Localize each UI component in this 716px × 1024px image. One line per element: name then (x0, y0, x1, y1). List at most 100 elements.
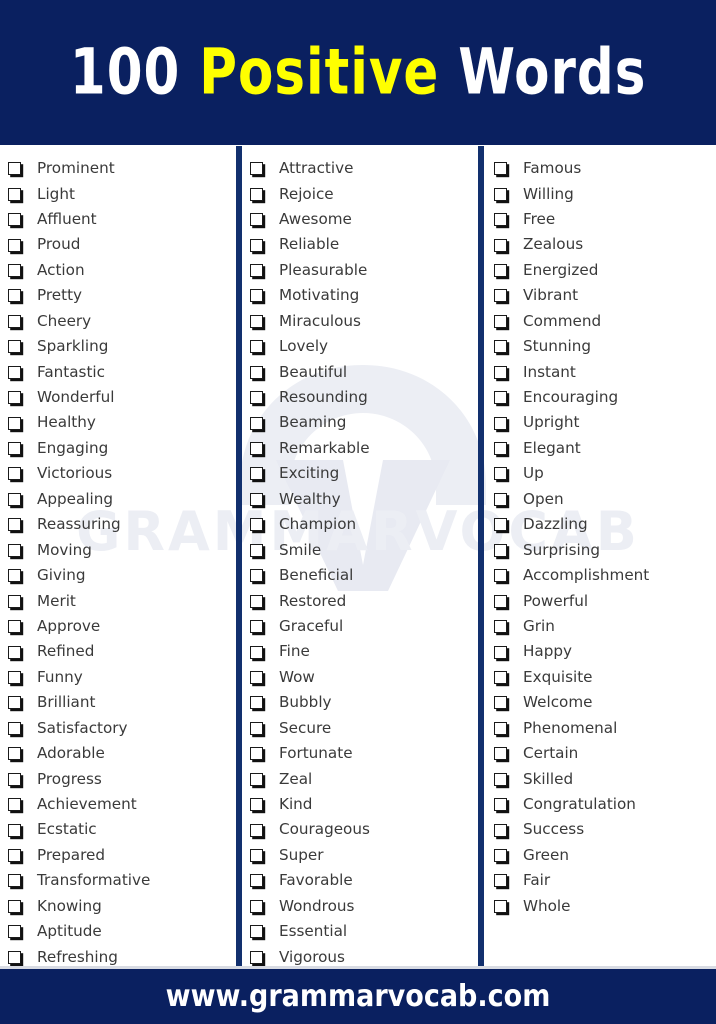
word-item[interactable]: Champion (250, 512, 476, 537)
word-item[interactable]: Proud (8, 232, 234, 257)
word-item[interactable]: Healthy (8, 410, 234, 435)
checkbox-empty-icon[interactable] (494, 314, 507, 328)
checkbox-empty-icon[interactable] (494, 365, 507, 379)
word-item[interactable]: Wondrous (250, 894, 476, 919)
checkbox-empty-icon[interactable] (250, 467, 263, 481)
word-item[interactable]: Brilliant (8, 690, 234, 715)
checkbox-empty-icon[interactable] (250, 696, 263, 710)
checkbox-empty-icon[interactable] (494, 772, 507, 786)
checkbox-empty-icon[interactable] (494, 849, 507, 863)
word-item[interactable]: Fortunate (250, 741, 476, 766)
word-item[interactable]: Aptitude (8, 919, 234, 944)
checkbox-empty-icon[interactable] (8, 543, 21, 557)
word-item[interactable]: Bubbly (250, 690, 476, 715)
word-item[interactable]: Engaging (8, 436, 234, 461)
word-item[interactable]: Courageous (250, 817, 476, 842)
word-item[interactable]: Exquisite (494, 665, 710, 690)
checkbox-empty-icon[interactable] (494, 238, 507, 252)
checkbox-empty-icon[interactable] (250, 543, 263, 557)
word-item[interactable]: Dazzling (494, 512, 710, 537)
word-item[interactable]: Happy (494, 639, 710, 664)
word-item[interactable]: Zeal (250, 767, 476, 792)
checkbox-empty-icon[interactable] (8, 823, 21, 837)
checkbox-empty-icon[interactable] (250, 416, 263, 430)
word-item[interactable]: Light (8, 181, 234, 206)
word-item[interactable]: Open (494, 487, 710, 512)
word-item[interactable]: Vibrant (494, 283, 710, 308)
word-item[interactable]: Attractive (250, 156, 476, 181)
word-item[interactable]: Appealing (8, 487, 234, 512)
checkbox-empty-icon[interactable] (250, 594, 263, 608)
checkbox-empty-icon[interactable] (494, 696, 507, 710)
word-item[interactable]: Certain (494, 741, 710, 766)
word-item[interactable]: Favorable (250, 868, 476, 893)
checkbox-empty-icon[interactable] (8, 645, 21, 659)
checkbox-empty-icon[interactable] (8, 289, 21, 303)
checkbox-empty-icon[interactable] (8, 620, 21, 634)
word-item[interactable]: Green (494, 843, 710, 868)
word-item[interactable]: Phenomenal (494, 716, 710, 741)
word-item[interactable]: Skilled (494, 767, 710, 792)
checkbox-empty-icon[interactable] (8, 925, 21, 939)
checkbox-empty-icon[interactable] (8, 162, 21, 176)
word-item[interactable]: Lovely (250, 334, 476, 359)
checkbox-empty-icon[interactable] (8, 670, 21, 684)
checkbox-empty-icon[interactable] (250, 670, 263, 684)
word-item[interactable]: Willing (494, 181, 710, 206)
word-item[interactable]: Moving (8, 538, 234, 563)
checkbox-empty-icon[interactable] (250, 162, 263, 176)
word-item[interactable]: Congratulation (494, 792, 710, 817)
checkbox-empty-icon[interactable] (250, 645, 263, 659)
checkbox-empty-icon[interactable] (494, 518, 507, 532)
checkbox-empty-icon[interactable] (250, 569, 263, 583)
checkbox-empty-icon[interactable] (8, 721, 21, 735)
checkbox-empty-icon[interactable] (250, 899, 263, 913)
word-item[interactable]: Reliable (250, 232, 476, 257)
word-item[interactable]: Satisfactory (8, 716, 234, 741)
word-item[interactable]: Adorable (8, 741, 234, 766)
checkbox-empty-icon[interactable] (494, 620, 507, 634)
checkbox-empty-icon[interactable] (250, 772, 263, 786)
word-item[interactable]: Commend (494, 309, 710, 334)
checkbox-empty-icon[interactable] (250, 492, 263, 506)
checkbox-empty-icon[interactable] (8, 416, 21, 430)
word-item[interactable]: Wealthy (250, 487, 476, 512)
checkbox-empty-icon[interactable] (494, 467, 507, 481)
word-item[interactable]: Encouraging (494, 385, 710, 410)
checkbox-empty-icon[interactable] (8, 314, 21, 328)
checkbox-empty-icon[interactable] (8, 213, 21, 227)
word-item[interactable]: Secure (250, 716, 476, 741)
checkbox-empty-icon[interactable] (250, 747, 263, 761)
checkbox-empty-icon[interactable] (494, 187, 507, 201)
word-item[interactable]: Graceful (250, 614, 476, 639)
word-item[interactable]: Surprising (494, 538, 710, 563)
checkbox-empty-icon[interactable] (494, 594, 507, 608)
word-item[interactable]: Rejoice (250, 181, 476, 206)
word-item[interactable]: Giving (8, 563, 234, 588)
checkbox-empty-icon[interactable] (250, 213, 263, 227)
checkbox-empty-icon[interactable] (8, 849, 21, 863)
word-item[interactable]: Smile (250, 538, 476, 563)
word-item[interactable]: Prominent (8, 156, 234, 181)
checkbox-empty-icon[interactable] (250, 314, 263, 328)
checkbox-empty-icon[interactable] (8, 899, 21, 913)
checkbox-empty-icon[interactable] (250, 340, 263, 354)
checkbox-empty-icon[interactable] (494, 263, 507, 277)
word-item[interactable]: Beautiful (250, 360, 476, 385)
checkbox-empty-icon[interactable] (250, 874, 263, 888)
checkbox-empty-icon[interactable] (8, 594, 21, 608)
checkbox-empty-icon[interactable] (494, 543, 507, 557)
checkbox-empty-icon[interactable] (250, 263, 263, 277)
word-item[interactable]: Up (494, 461, 710, 486)
word-item[interactable]: Ecstatic (8, 817, 234, 842)
word-item[interactable]: Cheery (8, 309, 234, 334)
checkbox-empty-icon[interactable] (494, 289, 507, 303)
checkbox-empty-icon[interactable] (250, 849, 263, 863)
checkbox-empty-icon[interactable] (8, 569, 21, 583)
word-item[interactable]: Welcome (494, 690, 710, 715)
checkbox-empty-icon[interactable] (494, 492, 507, 506)
checkbox-empty-icon[interactable] (494, 340, 507, 354)
word-item[interactable]: Motivating (250, 283, 476, 308)
checkbox-empty-icon[interactable] (8, 187, 21, 201)
checkbox-empty-icon[interactable] (250, 442, 263, 456)
